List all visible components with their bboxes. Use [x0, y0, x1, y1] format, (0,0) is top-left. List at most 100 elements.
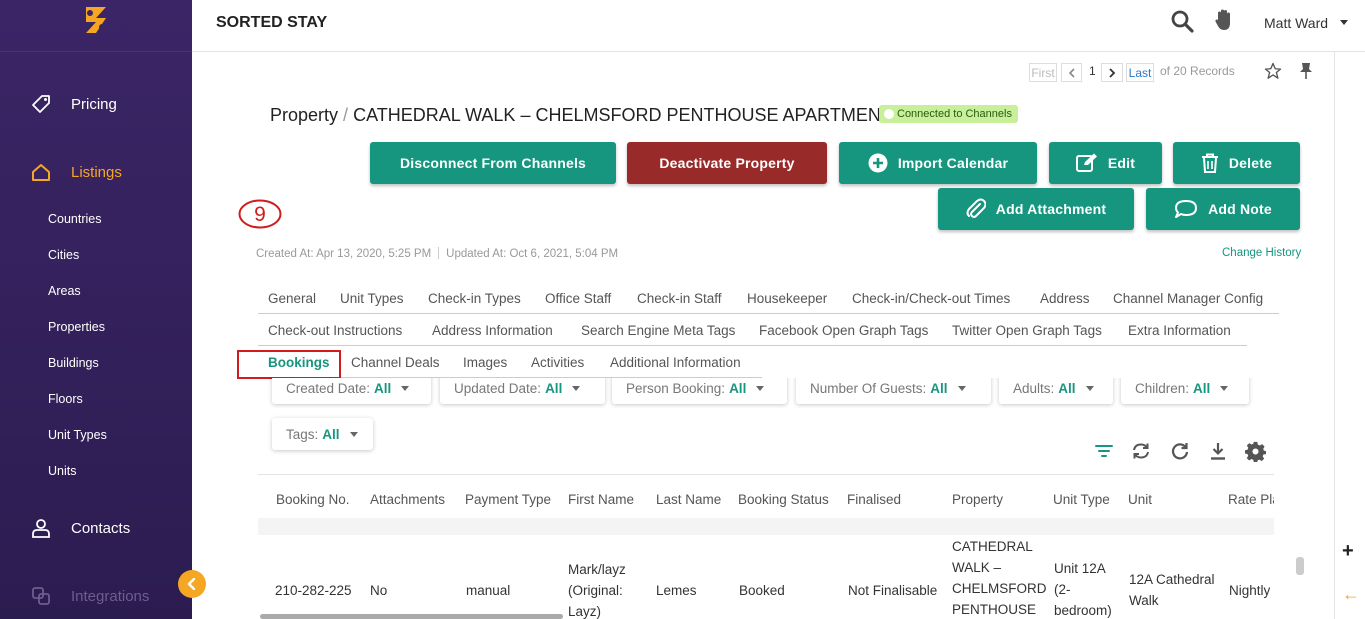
filter-tags[interactable]: Tags: All — [272, 418, 373, 450]
table-header-divider — [258, 474, 1274, 475]
column-header-property[interactable]: Property — [952, 492, 1003, 507]
tab-additional-information[interactable]: Additional Information — [610, 355, 741, 370]
tab-images[interactable]: Images — [463, 355, 507, 370]
sidebar-subitem-areas[interactable]: Areas — [48, 284, 81, 298]
arrow-left-icon[interactable]: ← — [1342, 584, 1360, 605]
add-attachment-button[interactable]: Add Attachment — [938, 188, 1134, 230]
table-row[interactable]: 210-282-225 No manual Mark/layz (Origina… — [258, 535, 1274, 619]
tab-address[interactable]: Address — [1040, 291, 1090, 306]
home-icon — [32, 164, 50, 181]
column-header-finalised[interactable]: Finalised — [847, 492, 901, 507]
tab-twitter-open-graph-tags[interactable]: Twitter Open Graph Tags — [952, 323, 1102, 338]
filter-value: All — [322, 426, 340, 442]
button-label: Add Attachment — [995, 201, 1107, 217]
pager-next-button[interactable] — [1101, 63, 1123, 82]
tab-check-in-types[interactable]: Check-in Types — [428, 291, 521, 306]
horizontal-scrollbar[interactable] — [260, 614, 563, 619]
tab-check-in-staff[interactable]: Check-in Staff — [637, 291, 722, 306]
filter-children[interactable]: Children: All — [1121, 378, 1249, 404]
edit-button[interactable]: Edit — [1049, 142, 1162, 184]
pin-icon[interactable] — [1298, 62, 1314, 80]
sidebar-item-listings[interactable]: Listings — [0, 152, 192, 192]
breadcrumb-separator: / — [343, 105, 349, 125]
column-header-attachments[interactable]: Attachments — [370, 492, 445, 507]
user-name[interactable]: Matt Ward — [1264, 15, 1328, 31]
settings-gear-icon[interactable] — [1245, 441, 1266, 462]
tab-activities[interactable]: Activities — [531, 355, 584, 370]
cell-unit: 12A Cathedral Walk — [1129, 572, 1215, 608]
disconnect-channels-button[interactable]: Disconnect From Channels — [370, 142, 616, 184]
tab-check-out-instructions[interactable]: Check-out Instructions — [268, 323, 402, 338]
sidebar-subitem-floors[interactable]: Floors — [48, 392, 83, 406]
button-label: Delete — [1228, 155, 1273, 171]
status-badge: Connected to Channels — [879, 105, 1018, 123]
tab-check-in-check-out-times[interactable]: Check-in/Check-out Times — [852, 291, 1010, 306]
tab-channel-manager-config[interactable]: Channel Manager Config — [1113, 291, 1263, 306]
sidebar-item-integrations[interactable]: Integrations — [0, 576, 192, 616]
deactivate-property-button[interactable]: Deactivate Property — [627, 142, 827, 184]
search-icon[interactable] — [1170, 9, 1194, 33]
filter-adults[interactable]: Adults: All — [999, 378, 1113, 404]
filter-person-booking[interactable]: Person Booking: All — [612, 378, 787, 404]
column-header-booking-no[interactable]: Booking No. — [276, 492, 350, 507]
tab-office-staff[interactable]: Office Staff — [545, 291, 611, 306]
sidebar-item-pricing[interactable]: Pricing — [0, 84, 192, 124]
tab-unit-types[interactable]: Unit Types — [340, 291, 404, 306]
tab-housekeeper[interactable]: Housekeeper — [747, 291, 827, 306]
tab-search-engine-meta-tags[interactable]: Search Engine Meta Tags — [581, 323, 735, 338]
download-icon[interactable] — [1208, 441, 1228, 461]
tab-channel-deals[interactable]: Channel Deals — [351, 355, 440, 370]
sidebar-subitem-properties[interactable]: Properties — [48, 320, 105, 334]
filter-number-of-guests[interactable]: Number Of Guests: All — [796, 378, 991, 404]
cell-attachments: No — [370, 583, 388, 598]
filter-label: Adults: — [1013, 380, 1055, 396]
property-name: CATHEDRAL WALK – CHELMSFORD PENTHOUSE AP… — [353, 105, 904, 125]
filter-created-date[interactable]: Created Date: All — [272, 378, 431, 404]
column-header-first-name[interactable]: First Name — [568, 492, 634, 507]
refresh-icon[interactable] — [1170, 441, 1190, 461]
vertical-scrollbar[interactable] — [1296, 557, 1304, 575]
delete-button[interactable]: Delete — [1173, 142, 1300, 184]
annotation-number: 9 — [254, 203, 266, 226]
hand-icon[interactable] — [1214, 8, 1234, 32]
column-header-unit-type[interactable]: Unit Type — [1053, 492, 1110, 507]
sync-icon[interactable] — [1131, 441, 1151, 461]
column-header-payment-type[interactable]: Payment Type — [465, 492, 551, 507]
column-header-rate-plan[interactable]: Rate Plan — [1228, 492, 1274, 507]
sidebar-subitem-buildings[interactable]: Buildings — [48, 356, 99, 370]
star-icon[interactable] — [1264, 62, 1282, 80]
column-header-booking-status[interactable]: Booking Status — [738, 492, 829, 507]
tab-facebook-open-graph-tags[interactable]: Facebook Open Graph Tags — [759, 323, 928, 338]
tab-address-information[interactable]: Address Information — [432, 323, 553, 338]
pager-current-page: 1 — [1089, 64, 1096, 78]
filter-label: Children: — [1135, 380, 1190, 396]
change-history-link[interactable]: Change History — [1222, 247, 1301, 259]
sidebar-subitem-cities[interactable]: Cities — [48, 248, 79, 262]
sidebar-item-label: Listings — [71, 163, 122, 181]
plus-icon[interactable]: + — [1342, 540, 1354, 563]
sidebar-item-contacts[interactable]: Contacts — [0, 508, 192, 548]
filter-icon[interactable] — [1094, 441, 1114, 461]
sidebar-subitem-units[interactable]: Units — [48, 464, 76, 478]
tag-icon — [32, 95, 50, 113]
sidebar-collapse-button[interactable] — [178, 570, 206, 598]
pager-first-button[interactable]: First — [1029, 63, 1057, 82]
table-row-spacer — [258, 518, 1274, 535]
tab-extra-information[interactable]: Extra Information — [1128, 323, 1231, 338]
column-header-last-name[interactable]: Last Name — [656, 492, 721, 507]
filter-updated-date[interactable]: Updated Date: All — [440, 378, 605, 404]
pager-prev-button[interactable] — [1061, 63, 1082, 82]
sidebar-subitem-countries[interactable]: Countries — [48, 212, 102, 226]
filter-value: All — [374, 380, 392, 396]
sidebar-subitem-unit-types[interactable]: Unit Types — [48, 428, 107, 442]
add-note-button[interactable]: Add Note — [1146, 188, 1300, 230]
pager-last-button[interactable]: Last — [1126, 63, 1154, 82]
chevron-down-icon[interactable] — [1340, 20, 1348, 25]
import-calendar-button[interactable]: Import Calendar — [839, 142, 1037, 184]
breadcrumb-property[interactable]: Property — [270, 105, 338, 125]
column-header-unit[interactable]: Unit — [1128, 492, 1152, 507]
created-at: Created At: Apr 13, 2020, 5:25 PM — [256, 248, 432, 260]
tab-general[interactable]: General — [268, 291, 316, 306]
logo-icon[interactable] — [82, 4, 110, 36]
button-label: Add Note — [1208, 201, 1272, 217]
